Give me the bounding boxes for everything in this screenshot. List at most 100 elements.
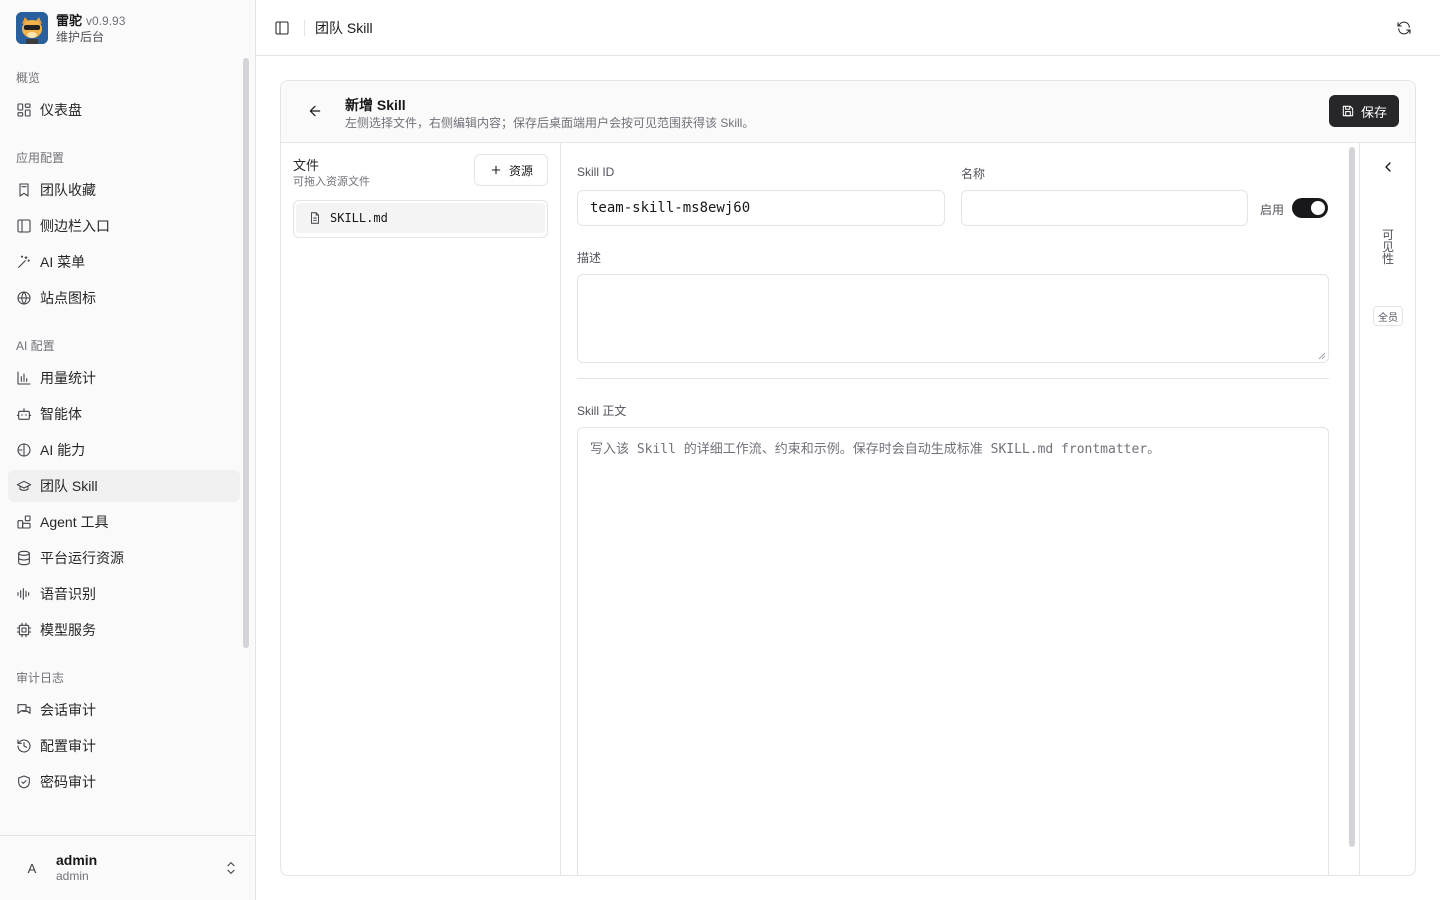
sidebar-item-label: 仪表盘 [40,102,82,118]
file-item-skill-md[interactable]: SKILL.md [296,203,545,233]
sidebar-item-dashboard[interactable]: 仪表盘 [8,94,240,126]
database-icon [16,550,32,566]
sidebar: 雷驼 v0.9.93 维护后台 概览 仪表盘 应用配置 团队收藏 侧边栏入口 AI… [0,0,256,900]
sidebar-item-usage-stats[interactable]: 用量统计 [8,362,240,394]
sidebar-item-password-audit[interactable]: 密码审计 [8,766,240,798]
sidebar-item-label: 团队收藏 [40,182,96,198]
app-name: 雷驼 [56,12,83,28]
shield-icon [16,774,32,790]
chevrons-up-down-icon [223,860,239,876]
refresh-button[interactable] [1392,16,1416,40]
file-text-icon [311,212,319,224]
sidebar-item-label: 语音识别 [40,586,96,602]
sidebar-item-team-bookmarks[interactable]: 团队收藏 [8,174,240,206]
editor-scrollbar[interactable] [1349,147,1355,847]
visibility-label: 可见性 [1381,228,1394,266]
sidebar-item-ai-menu[interactable]: AI 菜单 [8,246,240,278]
sidebar-item-label: 站点图标 [40,290,96,306]
sidebar-scrollbar[interactable] [243,58,249,648]
chevron-left-icon [1385,162,1391,172]
group-label-audit-logs: 审计日志 [16,671,65,685]
enabled-toggle[interactable] [1292,198,1328,218]
dashboard-icon [16,102,32,118]
sidebar-item-label: 平台运行资源 [40,550,124,566]
sidebar-nav: 概览 仪表盘 应用配置 团队收藏 侧边栏入口 AI 菜单 站点图标 AI 配置 … [8,56,240,834]
sidebar-item-team-skill[interactable]: 团队 Skill [8,470,240,502]
sidebar-item-label: 模型服务 [40,622,96,638]
history-icon [16,738,32,754]
group-label-app-config: 应用配置 [16,151,65,165]
blocks-icon [16,514,32,530]
sidebar-toggle-button[interactable] [268,14,296,42]
header-divider [304,19,305,36]
sidebar-item-sidebar-entries[interactable]: 侧边栏入口 [8,210,240,242]
messages-icon [16,702,32,718]
sidebar-item-label: AI 能力 [40,442,86,458]
panel-left-icon [275,20,289,35]
expand-rail-button[interactable] [1380,159,1396,175]
sidebar-item-config-audit[interactable]: 配置审计 [8,730,240,762]
panel-icon [16,218,32,234]
enabled-label: 启用 [1260,203,1285,217]
user-name: admin [56,852,98,868]
sidebar-item-agents[interactable]: 智能体 [8,398,240,430]
sidebar-item-label: 密码审计 [40,774,96,790]
sidebar-item-label: 侧边栏入口 [40,218,110,234]
bar-chart-icon [16,370,32,386]
card-header: 新增 Skill 左侧选择文件，右侧编辑内容；保存后桌面端用户会按可见范围获得该… [281,81,1415,143]
group-label-overview: 概览 [16,71,41,85]
sidebar-item-session-audit[interactable]: 会话审计 [8,694,240,726]
sidebar-item-agent-tools[interactable]: Agent 工具 [8,506,240,538]
user-menu[interactable]: A admin admin [0,835,255,900]
bot-icon [16,406,32,422]
group-label-ai-config: AI 配置 [16,339,55,353]
app-logo [16,12,48,44]
bookmark-icon [16,182,32,198]
user-role: admin [56,869,89,883]
cpu-icon [16,622,32,638]
resize-handle-icon [1318,352,1326,360]
avatar: A [27,860,37,876]
sidebar-item-ai-capabilities[interactable]: AI 能力 [8,434,240,466]
skill-id-input[interactable]: team-skill-ms8ewj60 [577,190,945,226]
files-title: 文件 [293,158,320,173]
save-icon [1342,105,1354,117]
brand[interactable]: 雷驼 v0.9.93 维护后台 [16,12,125,44]
page-title: 新增 Skill [345,97,406,113]
skill-id-label: Skill ID [577,165,615,179]
name-input[interactable] [961,190,1248,226]
skill-editor-card: 新增 Skill 左侧选择文件，右侧编辑内容；保存后桌面端用户会按可见范围获得该… [280,80,1416,876]
top-header: 团队 Skill [256,0,1440,56]
name-label: 名称 [961,167,986,181]
file-name: SKILL.md [330,211,388,225]
save-button-label: 保存 [1360,104,1387,120]
sidebar-item-label: Agent 工具 [40,514,109,530]
back-button[interactable] [303,99,327,123]
sidebar-item-label: 配置审计 [40,738,96,754]
sidebar-item-label: 智能体 [40,406,82,422]
visibility-rail: 可见性 全员 [1359,143,1415,875]
file-list: SKILL.md [293,200,548,238]
add-resource-button[interactable]: 资源 [474,154,548,186]
sidebar-item-speech-recognition[interactable]: 语音识别 [8,578,240,610]
visibility-badge[interactable]: 全员 [1373,306,1403,326]
editor-pane: Skill ID team-skill-ms8ewj60 名称 启用 描述 Sk… [562,143,1346,875]
toggle-knob [1311,201,1325,215]
files-hint: 可拖入资源文件 [293,176,370,188]
audio-lines-icon [16,586,32,602]
section-divider [577,378,1329,379]
add-resource-label: 资源 [508,163,533,178]
sidebar-item-site-icons[interactable]: 站点图标 [8,282,240,314]
globe-icon [16,290,32,306]
refresh-icon [1397,21,1411,35]
app-version: v0.9.93 [86,13,126,28]
sidebar-item-model-services[interactable]: 模型服务 [8,614,240,646]
skill-body-editor[interactable]: 写入该 Skill 的详细工作流、约束和示例。保存时会自动生成标准 SKILL.… [577,427,1329,875]
page-breadcrumb: 团队 Skill [315,19,373,36]
sidebar-item-platform-resources[interactable]: 平台运行资源 [8,542,240,574]
save-button[interactable]: 保存 [1328,95,1399,127]
description-textarea[interactable] [577,274,1329,363]
sidebar-item-label: AI 菜单 [40,254,86,270]
app-subtitle: 维护后台 [56,29,105,44]
arrow-left-icon [309,105,321,117]
